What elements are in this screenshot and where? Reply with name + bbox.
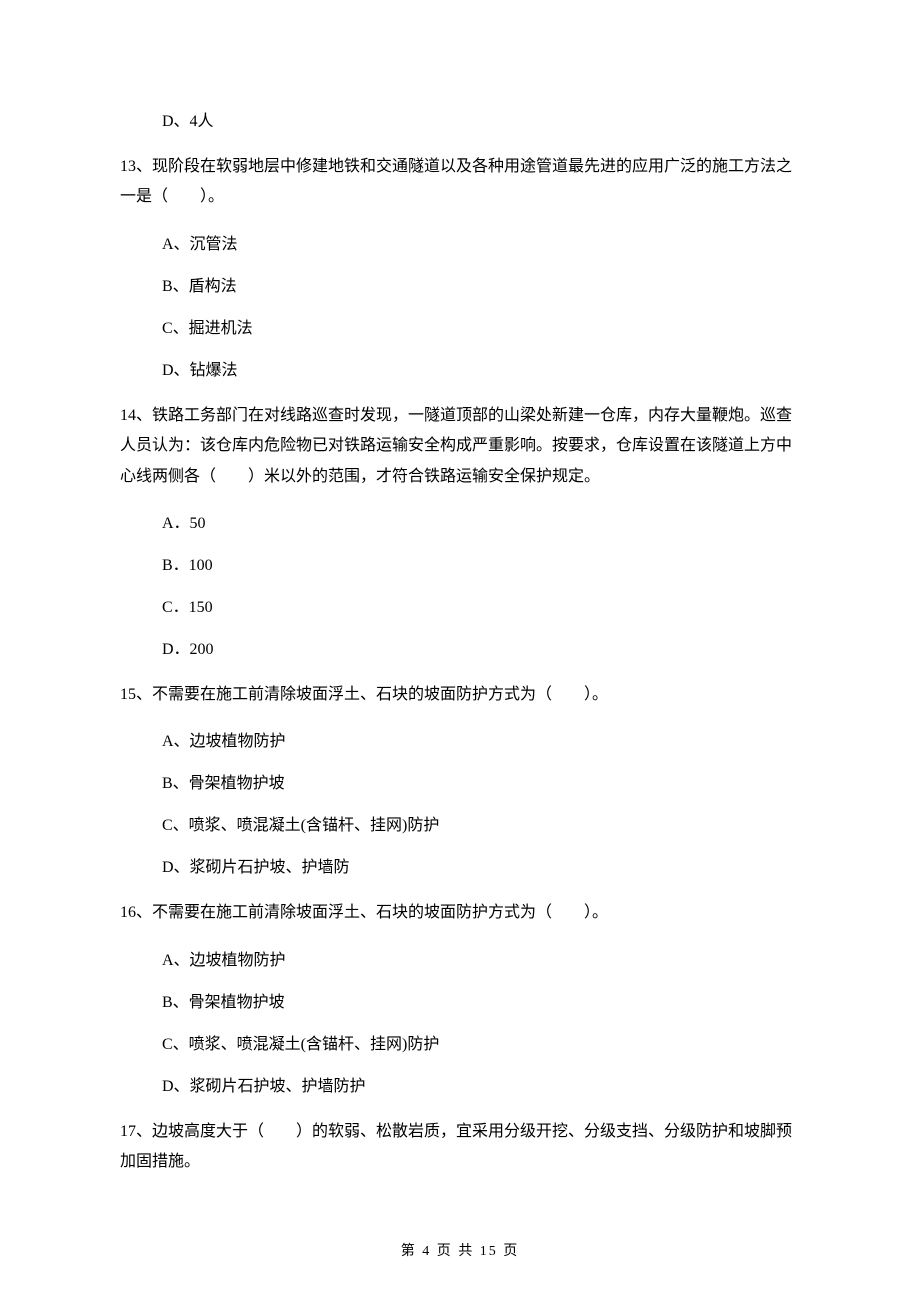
q15-option-c: C、喷浆、喷混凝土(含锚杆、挂网)防护	[162, 814, 800, 838]
q14-option-d: D．200	[162, 638, 800, 662]
q13-stem: 13、现阶段在软弱地层中修建地铁和交通隧道以及各种用途管道最先进的应用广泛的施工…	[120, 152, 800, 213]
q14-option-b: B．100	[162, 554, 800, 578]
q13-option-d: D、钻爆法	[162, 359, 800, 383]
q14-option-c: C．150	[162, 596, 800, 620]
page-footer: 第 4 页 共 15 页	[0, 1241, 920, 1262]
q15-stem: 15、不需要在施工前清除坡面浮土、石块的坡面防护方式为（ ）。	[120, 680, 800, 710]
q14-option-a: A．50	[162, 512, 800, 536]
q17-stem: 17、边坡高度大于（ ）的软弱、松散岩质，宜采用分级开挖、分级支挡、分级防护和坡…	[120, 1117, 800, 1178]
document-page: D、4人 13、现阶段在软弱地层中修建地铁和交通隧道以及各种用途管道最先进的应用…	[0, 0, 920, 1302]
q16-stem: 16、不需要在施工前清除坡面浮土、石块的坡面防护方式为（ ）。	[120, 898, 800, 928]
q15-option-b: B、骨架植物护坡	[162, 772, 800, 796]
q15-option-a: A、边坡植物防护	[162, 730, 800, 754]
q13-option-a: A、沉管法	[162, 233, 800, 257]
q14-stem: 14、铁路工务部门在对线路巡查时发现，一隧道顶部的山梁处新建一仓库，内存大量鞭炮…	[120, 401, 800, 492]
q16-option-c: C、喷浆、喷混凝土(含锚杆、挂网)防护	[162, 1033, 800, 1057]
q13-option-b: B、盾构法	[162, 275, 800, 299]
q15-option-d: D、浆砌片石护坡、护墙防	[162, 856, 800, 880]
q16-option-b: B、骨架植物护坡	[162, 991, 800, 1015]
q16-option-d: D、浆砌片石护坡、护墙防护	[162, 1075, 800, 1099]
q16-option-a: A、边坡植物防护	[162, 949, 800, 973]
q12-option-d: D、4人	[162, 110, 800, 134]
q13-option-c: C、掘进机法	[162, 317, 800, 341]
